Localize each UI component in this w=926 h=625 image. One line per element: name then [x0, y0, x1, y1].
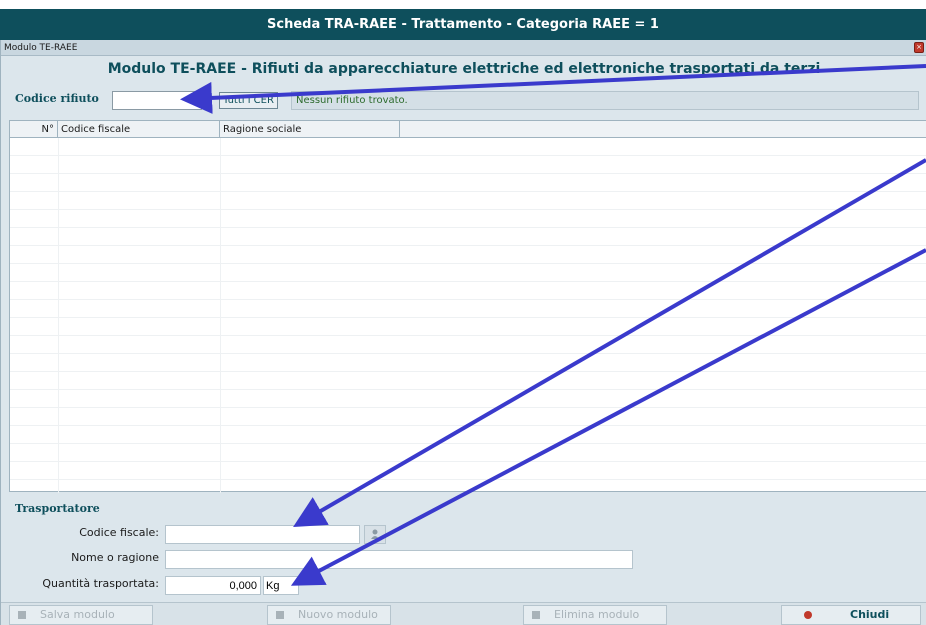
save-module-button[interactable]: Salva modulo	[9, 605, 153, 625]
col-header-fiscal-code[interactable]: Codice fiscale	[58, 121, 220, 138]
close-button[interactable]: Chiudi	[781, 605, 921, 625]
window-title: Modulo TE-RAEE	[4, 43, 78, 53]
filter-separator: I	[205, 95, 208, 106]
quantity-label: Quantità trasportata:	[42, 577, 159, 590]
person-search-icon[interactable]	[364, 525, 386, 544]
table-body[interactable]	[10, 138, 926, 493]
unit-field[interactable]	[263, 576, 299, 595]
waste-code-input[interactable]	[112, 91, 202, 110]
all-cer-button[interactable]: Tutti i CER	[219, 92, 278, 109]
action-bar: Salva modulo Nuovo modulo Elimina modulo…	[1, 602, 926, 625]
page-title: Scheda TRA-RAEE - Trattamento - Categori…	[0, 9, 926, 40]
waste-code-label: Codice rifiuto	[15, 92, 99, 105]
col-header-number[interactable]: N°	[10, 121, 58, 138]
column-divider	[58, 138, 59, 493]
delete-icon	[532, 611, 540, 619]
fiscal-code-input[interactable]	[165, 525, 360, 544]
delete-module-button[interactable]: Elimina modulo	[523, 605, 667, 625]
filter-status: Nessun rifiuto trovato.	[291, 91, 919, 110]
column-divider	[220, 138, 221, 493]
name-label: Nome o ragione	[71, 551, 159, 564]
quantity-input[interactable]	[165, 576, 261, 595]
close-circle-icon	[804, 611, 812, 619]
table-header: N° Codice fiscale Ragione sociale	[10, 121, 926, 138]
name-input[interactable]	[165, 550, 633, 569]
col-header-company[interactable]: Ragione sociale	[220, 121, 400, 138]
save-icon	[18, 611, 26, 619]
transporter-title: Trasportatore	[15, 502, 100, 515]
close-icon[interactable]: ×	[914, 42, 924, 53]
window-titlebar: Modulo TE-RAEE	[1, 40, 926, 56]
new-document-icon	[276, 611, 284, 619]
new-module-button[interactable]: Nuovo modulo	[267, 605, 391, 625]
module-window: Modulo TE-RAEE × Modulo TE-RAEE - Rifiut…	[0, 40, 926, 625]
module-heading: Modulo TE-RAEE - Rifiuti da apparecchiat…	[107, 61, 821, 77]
transporter-section: Trasportatore Codice fiscale: Nome o rag…	[9, 500, 926, 600]
transporters-table: N° Codice fiscale Ragione sociale	[9, 120, 926, 493]
filter-row: Codice rifiuto I Tutti i CER Nessun rifi…	[9, 88, 919, 112]
fiscal-code-label: Codice fiscale:	[79, 526, 159, 539]
